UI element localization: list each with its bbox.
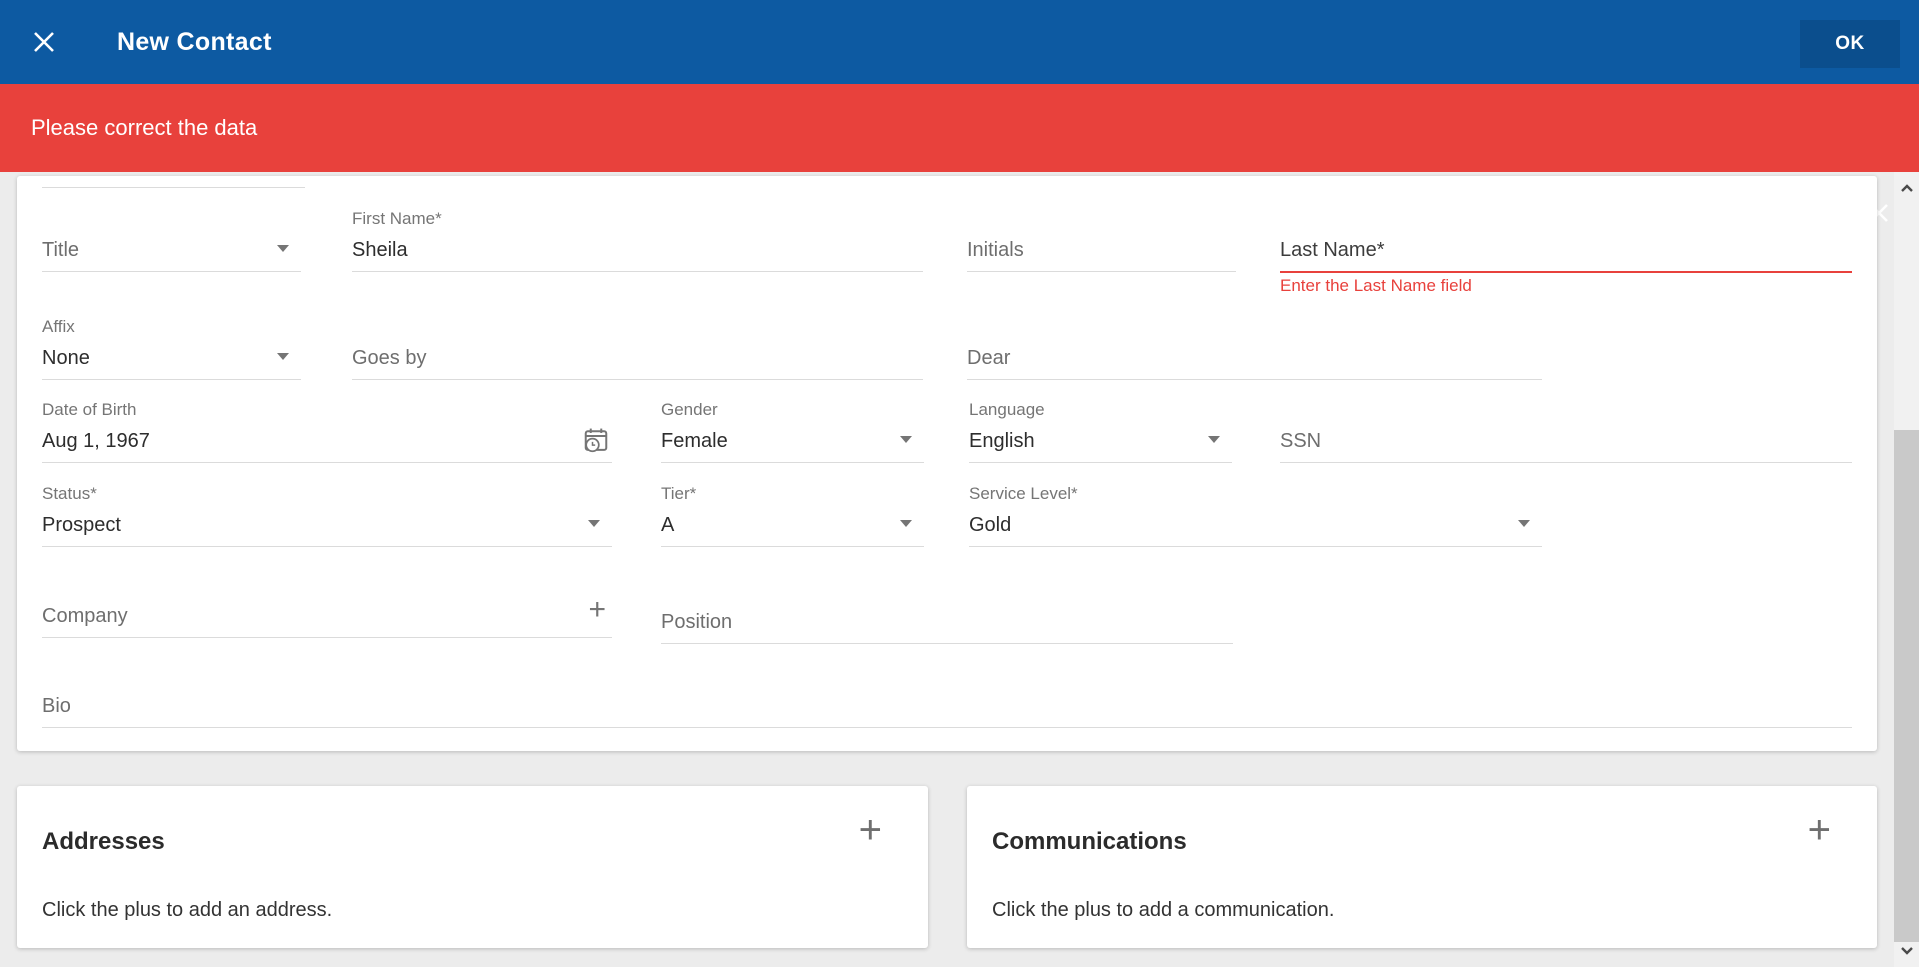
affix-label: Affix [42, 317, 75, 337]
status-value: Prospect [42, 514, 121, 537]
company-field[interactable]: Company + [42, 572, 612, 638]
initials-placeholder: Initials [967, 239, 1024, 262]
addresses-hint: Click the plus to add an address. [42, 899, 332, 922]
dear-placeholder: Dear [967, 347, 1010, 370]
chevron-down-icon [900, 520, 912, 527]
date-of-birth-field[interactable]: Date of Birth Aug 1, 1967 [42, 397, 612, 463]
communications-hint: Click the plus to add a communication. [992, 899, 1334, 922]
communications-section: Communications + Click the plus to add a… [967, 786, 1877, 948]
chevron-down-icon [277, 353, 289, 360]
bio-placeholder: Bio [42, 695, 71, 718]
affix-value: None [42, 347, 90, 370]
language-value: English [969, 430, 1035, 453]
scrollbar-thumb[interactable] [1894, 430, 1919, 942]
service-level-label: Service Level* [969, 484, 1078, 504]
communications-title: Communications [992, 828, 1187, 856]
tier-label: Tier* [661, 484, 696, 504]
initials-field[interactable]: Initials [967, 206, 1236, 272]
gender-label: Gender [661, 400, 718, 420]
page-title: New Contact [117, 0, 272, 84]
goes-by-placeholder: Goes by [352, 347, 426, 370]
tier-select[interactable]: Tier* A [661, 481, 924, 547]
scrollbar-up-icon[interactable] [1894, 174, 1919, 202]
date-of-birth-value: Aug 1, 1967 [42, 430, 150, 453]
chevron-down-icon [588, 520, 600, 527]
add-address-plus-icon[interactable]: + [859, 810, 882, 850]
new-contact-dialog: New Contact OK Please correct the data T… [0, 0, 1919, 967]
language-select[interactable]: Language English [969, 397, 1232, 463]
service-level-value: Gold [969, 514, 1011, 537]
dialog-header: New Contact OK [0, 0, 1919, 84]
first-name-label: First Name* [352, 209, 442, 229]
gender-select[interactable]: Gender Female [661, 397, 924, 463]
last-name-field[interactable]: Last Name* [1280, 206, 1852, 273]
chevron-down-icon [1208, 436, 1220, 443]
affix-select[interactable]: Affix None [42, 314, 301, 380]
first-name-value: Sheila [352, 239, 408, 262]
status-select[interactable]: Status* Prospect [42, 481, 612, 547]
addresses-title: Addresses [42, 828, 165, 856]
truncated-field-underline [42, 187, 305, 188]
addresses-section: Addresses + Click the plus to add an add… [17, 786, 928, 948]
scrollbar-down-icon[interactable] [1894, 937, 1919, 965]
goes-by-field[interactable]: Goes by [352, 314, 923, 380]
alert-message: Please correct the data [31, 84, 257, 172]
add-communication-plus-icon[interactable]: + [1808, 810, 1831, 850]
add-company-plus-icon[interactable]: + [588, 595, 606, 625]
tier-value: A [661, 514, 674, 537]
close-icon[interactable] [30, 28, 58, 56]
position-field[interactable]: Position [661, 578, 1233, 644]
chevron-down-icon [1518, 520, 1530, 527]
gender-value: Female [661, 430, 728, 453]
ssn-field[interactable]: SSN [1280, 397, 1852, 463]
dear-field[interactable]: Dear [967, 314, 1542, 380]
calendar-clock-icon[interactable] [582, 426, 610, 454]
company-placeholder: Company [42, 605, 128, 628]
title-select[interactable]: Title [42, 206, 301, 272]
title-select-placeholder: Title [42, 239, 79, 262]
chevron-down-icon [277, 245, 289, 252]
position-placeholder: Position [661, 611, 732, 634]
bio-field[interactable]: Bio [42, 662, 1852, 728]
date-of-birth-label: Date of Birth [42, 400, 137, 420]
chevron-down-icon [900, 436, 912, 443]
status-label: Status* [42, 484, 97, 504]
ok-button[interactable]: OK [1800, 20, 1900, 68]
service-level-select[interactable]: Service Level* Gold [969, 481, 1542, 547]
language-label: Language [969, 400, 1045, 420]
last-name-error: Enter the Last Name field [1280, 276, 1472, 296]
ssn-placeholder: SSN [1280, 430, 1321, 453]
first-name-field[interactable]: First Name* Sheila [352, 206, 923, 272]
validation-alert-banner: Please correct the data [0, 84, 1919, 172]
last-name-placeholder: Last Name* [1280, 239, 1385, 262]
scrollbar-track[interactable] [1894, 172, 1919, 967]
